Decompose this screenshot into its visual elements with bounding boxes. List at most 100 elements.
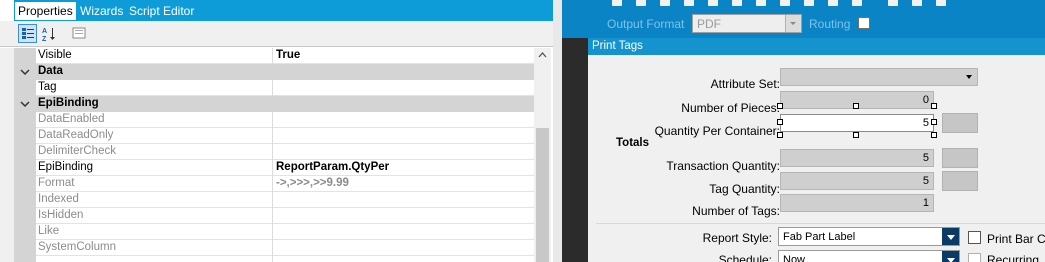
property-name: DataEnabled xyxy=(38,113,105,125)
selection-handle[interactable] xyxy=(853,132,859,138)
row-gutter xyxy=(14,240,36,256)
selection-handle[interactable] xyxy=(931,119,937,125)
property-grid: Visible True Data Tag EpiBinding DataEna… xyxy=(14,48,551,262)
qty-per-container-extra xyxy=(942,113,978,133)
property-row-delimitercheck[interactable]: DelimiterCheck xyxy=(14,144,534,160)
recurring-checkbox[interactable] xyxy=(968,253,981,262)
routing-label: Routing xyxy=(809,17,851,31)
property-row-systemcolumn[interactable]: SystemColumn xyxy=(14,240,534,256)
selection-handle[interactable] xyxy=(777,103,783,109)
transaction-qty-label: Transaction Quantity: xyxy=(666,159,780,173)
category-epibinding[interactable]: EpiBinding xyxy=(14,96,534,112)
property-row-epibinding[interactable]: EpiBinding ReportParam.QtyPer xyxy=(14,160,534,176)
svg-text:Z: Z xyxy=(42,36,47,42)
toolbar-icon[interactable] xyxy=(612,0,622,6)
property-row-datareadonly[interactable]: DataReadOnly xyxy=(14,128,534,144)
number-of-pieces-label: Number of Pieces: xyxy=(681,101,780,115)
output-format-label: Output Format xyxy=(607,17,685,31)
property-row-indexed[interactable]: Indexed xyxy=(14,192,534,208)
schedule-value: Now xyxy=(783,254,806,262)
collapse-chevron-icon[interactable] xyxy=(20,67,30,77)
toolbar-icon[interactable] xyxy=(636,0,646,6)
transaction-qty-extra xyxy=(942,148,978,168)
report-style-value: Fab Part Label xyxy=(783,231,856,243)
vertical-scrollbar[interactable] xyxy=(534,48,551,262)
property-pages-icon[interactable] xyxy=(70,24,89,43)
tab-script-editor[interactable]: Script Editor xyxy=(126,3,197,19)
property-value[interactable]: True xyxy=(276,49,531,61)
property-row-format[interactable]: Format ->,>>>,>>9.99 xyxy=(14,176,534,192)
property-row-visible[interactable]: Visible True xyxy=(14,48,534,64)
number-of-pieces-value: 0 xyxy=(922,94,929,106)
property-row-like[interactable]: Like xyxy=(14,224,534,240)
print-tags-group: Attribute Set: Number of Pieces: 0 Quant… xyxy=(596,62,1045,222)
toolbar-icon[interactable] xyxy=(804,0,814,6)
row-gutter xyxy=(14,160,36,176)
output-format-select[interactable]: PDF xyxy=(692,14,802,33)
toolbar-icon[interactable] xyxy=(828,0,838,6)
column-divider xyxy=(272,128,273,144)
property-name: DataReadOnly xyxy=(38,129,114,141)
toolbar-icon[interactable] xyxy=(660,0,670,6)
column-divider xyxy=(272,224,273,240)
property-name: EpiBinding xyxy=(38,161,93,173)
collapse-chevron-icon[interactable] xyxy=(20,99,30,109)
property-name: SystemColumn xyxy=(38,241,116,253)
property-name: Like xyxy=(38,225,60,237)
property-value[interactable]: ->,>>>,>>9.99 xyxy=(276,177,531,189)
qty-per-container-field[interactable]: 5 xyxy=(780,114,934,132)
row-gutter xyxy=(14,48,36,64)
property-value[interactable]: ReportParam.QtyPer xyxy=(276,161,531,173)
property-row-ishidden[interactable]: IsHidden xyxy=(14,208,534,224)
selection-handle[interactable] xyxy=(931,132,937,138)
alphabetical-sort-icon[interactable]: AZ xyxy=(40,24,59,43)
toolbar-icon[interactable] xyxy=(852,0,862,6)
number-of-tags-field[interactable]: 1 xyxy=(780,194,934,212)
tag-qty-value: 5 xyxy=(922,175,929,187)
properties-panel: Properties Wizards Script Editor AZ Visi… xyxy=(0,0,562,262)
form-designer: Output Format PDF Routing Print Tags Att… xyxy=(562,0,1045,262)
property-row-dataenabled[interactable]: DataEnabled xyxy=(14,112,534,128)
attribute-set-select[interactable] xyxy=(780,68,978,86)
output-format-value: PDF xyxy=(697,17,721,31)
print-barcode-checkbox[interactable] xyxy=(968,231,981,244)
category-label: EpiBinding xyxy=(38,97,99,109)
chevron-down-icon[interactable] xyxy=(966,75,972,79)
property-name: Format xyxy=(38,177,75,189)
tab-wizards[interactable]: Wizards xyxy=(77,3,126,19)
schedule-select[interactable]: Now xyxy=(778,250,960,262)
chevron-down-icon[interactable] xyxy=(942,228,959,245)
categorized-icon[interactable] xyxy=(18,24,37,43)
toolbar-icon[interactable] xyxy=(780,0,790,6)
toolbar-icon[interactable] xyxy=(684,0,694,6)
toolbar-icon[interactable] xyxy=(936,0,946,6)
toolbar-icon[interactable] xyxy=(888,0,898,6)
toolbar-icon[interactable] xyxy=(732,0,742,6)
property-row-tag[interactable]: Tag xyxy=(14,80,534,96)
scroll-up-arrow-icon[interactable] xyxy=(538,52,547,58)
panel-border xyxy=(553,0,562,262)
selection-handle[interactable] xyxy=(777,132,783,138)
toolbar-icon[interactable] xyxy=(708,0,718,6)
scrollbar-thumb[interactable] xyxy=(536,128,549,262)
number-of-tags-value: 1 xyxy=(922,197,929,209)
property-row-partial[interactable] xyxy=(14,256,534,262)
category-data[interactable]: Data xyxy=(14,64,534,80)
toolbar-icon[interactable] xyxy=(756,0,766,6)
report-style-select[interactable]: Fab Part Label xyxy=(778,227,960,246)
selection-handle[interactable] xyxy=(853,103,859,109)
row-gutter xyxy=(14,128,36,144)
row-gutter xyxy=(14,256,36,262)
routing-checkbox[interactable] xyxy=(858,17,870,29)
row-gutter xyxy=(14,144,36,160)
print-barcode-label: Print Bar C xyxy=(987,232,1045,246)
tag-qty-field[interactable]: 5 xyxy=(780,172,934,190)
toolbar-icon[interactable] xyxy=(912,0,922,6)
chevron-down-icon[interactable] xyxy=(942,251,959,262)
selection-handle[interactable] xyxy=(931,103,937,109)
chevron-down-icon[interactable] xyxy=(785,15,801,32)
selection-handle[interactable] xyxy=(777,119,783,125)
tab-properties[interactable]: Properties xyxy=(15,2,76,20)
property-name: Visible xyxy=(38,49,72,61)
transaction-qty-field[interactable]: 5 xyxy=(780,149,934,167)
